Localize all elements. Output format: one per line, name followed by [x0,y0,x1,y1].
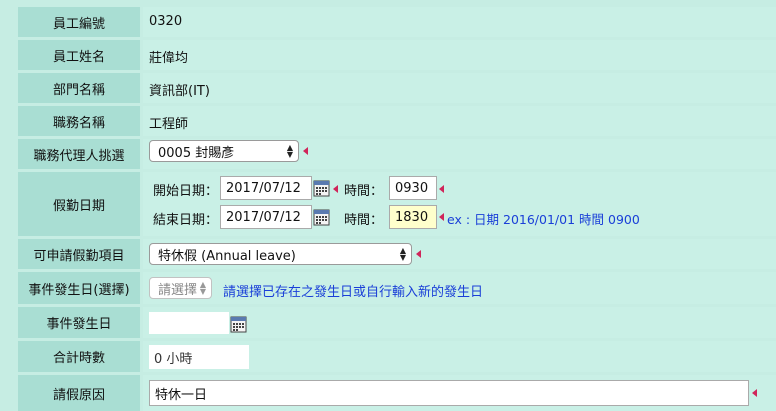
required-mark-icon [303,147,308,155]
label-event-select: 事件發生日(選擇) [18,272,140,304]
row-event-date [143,307,776,338]
label-leave-date: 假勤日期 [18,172,140,236]
end-time-label: 時間： [344,213,384,228]
row-total-hours: 0 小時 [143,341,776,372]
required-mark-icon [439,185,444,193]
end-date-label: 結束日期： [153,213,219,228]
start-date-label: 開始日期： [153,184,219,199]
row-reason: 特休一日 [143,375,776,411]
required-mark-icon [439,213,444,221]
required-mark-icon [752,389,757,397]
leave-form: 員工編號 0320 員工姓名 莊偉均 部門名稱 資訊部(IT) 職務名稱 工程師… [0,0,776,411]
total-hours-field: 0 小時 [149,345,249,369]
job-title-value: 工程師 [149,117,189,132]
row-leave-type: 特休假 (Annual leave) ▲ ▼ [143,239,776,269]
label-proxy: 職務代理人挑選 [18,139,140,169]
reason-input[interactable]: 特休一日 [149,380,749,406]
label-total-hours: 合計時數 [18,341,140,372]
calendar-icon[interactable] [313,180,330,197]
label-employee-number: 員工編號 [18,7,140,37]
start-time-label: 時間： [344,184,384,199]
row-event-select: 請選擇 ▲ ▼ 請選擇已存在之發生日或自行輸入新的發生日 [143,272,776,304]
event-select-hint: 請選擇已存在之發生日或自行輸入新的發生日 [223,285,484,300]
label-employee-name: 員工姓名 [18,40,140,70]
row-department: 資訊部(IT) [143,73,776,103]
calendar-icon[interactable] [230,316,247,333]
select-arrows-icon: ▲ ▼ [199,280,206,296]
employee-number-value: 0320 [149,14,183,29]
date-format-hint: ex : 日期 2016/01/01 時間 0900 [447,212,640,227]
label-department: 部門名稱 [18,73,140,103]
leave-type-select[interactable]: 特休假 (Annual leave) ▲ ▼ [149,243,412,265]
row-job-title: 工程師 [143,106,776,136]
row-leave-date: 開始日期： 2017/07/12 時間： 0930 結束日期： 2017/07/… [143,172,776,236]
required-mark-icon [416,250,421,258]
label-leave-type: 可申請假勤項目 [18,239,140,269]
select-arrows-icon: ▲ ▼ [399,246,406,262]
label-event-date: 事件發生日 [18,307,140,338]
employee-name-value: 莊偉均 [149,51,189,66]
required-mark-icon [333,185,338,193]
row-employee-name: 莊偉均 [143,40,776,70]
event-date-select[interactable]: 請選擇 ▲ ▼ [149,277,212,299]
label-reason: 請假原因 [18,375,140,411]
select-arrows-icon: ▲ ▼ [286,143,293,159]
end-date-input[interactable]: 2017/07/12 [220,205,312,229]
event-date-input[interactable] [149,312,229,334]
start-time-input[interactable]: 0930 [389,176,437,200]
calendar-icon[interactable] [313,209,330,226]
row-proxy: 0005 封賜彥 ▲ ▼ [143,139,776,169]
row-employee-number: 0320 [143,7,776,37]
proxy-select[interactable]: 0005 封賜彥 ▲ ▼ [149,140,299,162]
department-value: 資訊部(IT) [149,84,210,99]
start-date-input[interactable]: 2017/07/12 [220,176,312,200]
label-job-title: 職務名稱 [18,106,140,136]
end-time-input[interactable]: 1830 [389,205,437,229]
